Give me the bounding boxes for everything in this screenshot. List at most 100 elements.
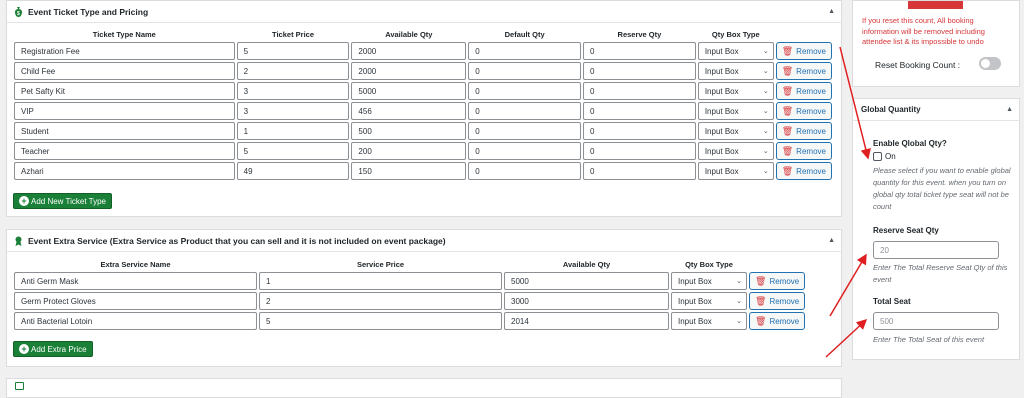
service-price-input[interactable]: 1 [259, 272, 502, 290]
extra-qty-box-type-select[interactable]: Input Box ⌄ [671, 312, 747, 330]
extra-service-name-input[interactable]: Anti Germ Mask [14, 272, 257, 290]
available-qty-input[interactable]: 150 [351, 162, 467, 180]
qty-box-type-select[interactable]: Input Box ⌄ [697, 102, 774, 120]
reserve-qty-input[interactable]: 0 [583, 122, 696, 140]
ticket-row: Azhari 49 150 0 0 Input Box ⌄ 🗑 Remove [13, 161, 833, 181]
ticket-name-input[interactable]: Azhari [14, 162, 235, 180]
chevron-down-icon: ⌄ [762, 148, 769, 155]
qty-box-type-select[interactable]: Input Box ⌄ [697, 62, 774, 80]
available-qty-input[interactable]: 2000 [351, 42, 467, 60]
ticket-name-input[interactable]: Student [14, 122, 235, 140]
ticket-panel-header[interactable]: $ Event Ticket Type and Pricing ▲ [7, 1, 841, 23]
default-qty-input[interactable]: 0 [468, 102, 582, 120]
extra-service-name-input[interactable]: Germ Protect Gloves [14, 292, 257, 310]
collapse-caret-icon[interactable]: ▲ [828, 237, 835, 244]
col-qty-box-type: Qty Box Type [711, 29, 760, 39]
available-qty-input[interactable]: 2000 [351, 62, 467, 80]
service-price-input[interactable]: 2 [259, 292, 502, 310]
extra-available-qty-input[interactable]: 2014 [504, 312, 669, 330]
default-qty-input[interactable]: 0 [468, 142, 582, 160]
remove-button[interactable]: 🗑 Remove [775, 122, 832, 140]
reserve-qty-input[interactable]: 0 [583, 142, 696, 160]
reset-toggle-label: Reset Booking Count : [875, 60, 961, 70]
default-qty-input[interactable]: 0 [468, 62, 582, 80]
select-value: Input Box [678, 296, 712, 306]
available-qty-input[interactable]: 5000 [351, 82, 467, 100]
select-value: Input Box [704, 146, 739, 156]
add-extra-price-button[interactable]: + Add Extra Price [13, 341, 93, 357]
select-value: Input Box [704, 106, 739, 116]
ticket-price-input[interactable]: 3 [236, 102, 350, 120]
reserve-qty-input[interactable]: 0 [583, 102, 696, 120]
plus-icon: + [19, 196, 29, 206]
remove-button[interactable]: 🗑 Remove [749, 272, 806, 290]
extra-service-row: Anti Bacterial Lotoin 5 2014 Input Box ⌄ 🗑 Rem… [13, 311, 808, 331]
extra-available-qty-input[interactable]: 3000 [504, 292, 669, 310]
qty-box-type-select[interactable]: Input Box ⌄ [697, 162, 774, 180]
extra-panel-header[interactable]: Event Extra Service (Extra Service as Pr… [7, 230, 841, 252]
add-ticket-type-button[interactable]: + Add New Ticket Type [13, 193, 112, 209]
col-default-qty: Default Qty [504, 29, 545, 39]
remove-label: Remove [796, 146, 826, 156]
ticket-price-input[interactable]: 49 [236, 162, 350, 180]
remove-label: Remove [769, 276, 800, 286]
ticket-name-input[interactable]: VIP [14, 102, 235, 120]
ticket-name-input[interactable]: Pet Safty Kit [14, 82, 235, 100]
default-qty-input[interactable]: 0 [468, 82, 582, 100]
remove-label: Remove [796, 66, 826, 76]
extra-available-qty-input[interactable]: 5000 [504, 272, 669, 290]
global-panel-header[interactable]: Global Quantity ▲ [853, 99, 1019, 121]
remove-button[interactable]: 🗑 Remove [775, 162, 832, 180]
ticket-price-input[interactable]: 1 [236, 122, 350, 140]
extra-service-row: Anti Germ Mask 1 5000 Input Box ⌄ 🗑 Remove [13, 271, 808, 291]
remove-button[interactable]: 🗑 Remove [775, 62, 832, 80]
reset-warning-text: If you reset this count, All booking inf… [862, 16, 985, 46]
extra-qty-box-type-select[interactable]: Input Box ⌄ [671, 292, 747, 310]
remove-button[interactable]: 🗑 Remove [775, 82, 832, 100]
reset-booking-toggle[interactable] [979, 57, 1001, 70]
remove-button[interactable]: 🗑 Remove [775, 142, 832, 160]
reserve-qty-input[interactable]: 0 [583, 42, 696, 60]
default-qty-input[interactable]: 0 [468, 42, 582, 60]
extra-service-name-input[interactable]: Anti Bacterial Lotoin [14, 312, 257, 330]
service-price-input[interactable]: 5 [259, 312, 502, 330]
chevron-down-icon: ⌄ [736, 298, 742, 305]
available-qty-input[interactable]: 456 [351, 102, 467, 120]
default-qty-input[interactable]: 0 [468, 122, 582, 140]
ticket-name-input[interactable]: Registration Fee [14, 42, 235, 60]
qty-box-type-select[interactable]: Input Box ⌄ [697, 42, 774, 60]
ticket-name-input[interactable]: Child Fee [14, 62, 235, 80]
extra-qty-box-type-select[interactable]: Input Box ⌄ [671, 272, 747, 290]
col-extra-name: Extra Service Name [100, 259, 171, 269]
remove-button[interactable]: 🗑 Remove [749, 292, 806, 310]
remove-button[interactable]: 🗑 Remove [775, 102, 832, 120]
available-qty-input[interactable]: 500 [351, 122, 467, 140]
qty-box-type-select[interactable]: Input Box ⌄ [697, 142, 774, 160]
ticket-name-input[interactable]: Teacher [14, 142, 235, 160]
ticket-price-input[interactable]: 2 [236, 62, 350, 80]
collapse-caret-icon[interactable]: ▲ [828, 8, 835, 15]
ticket-price-input[interactable]: 5 [236, 142, 350, 160]
reset-red-button[interactable] [908, 1, 963, 9]
chevron-down-icon: ⌄ [762, 168, 769, 175]
col-ticket-price: Ticket Price [272, 29, 315, 39]
qty-box-type-select[interactable]: Input Box ⌄ [697, 122, 774, 140]
remove-button[interactable]: 🗑 Remove [775, 42, 832, 60]
collapse-caret-icon[interactable]: ▲ [1006, 106, 1013, 113]
default-qty-input[interactable]: 0 [468, 162, 582, 180]
available-qty-input[interactable]: 200 [351, 142, 467, 160]
qty-box-type-select[interactable]: Input Box ⌄ [697, 82, 774, 100]
ticket-price-input[interactable]: 3 [236, 82, 350, 100]
reserve-qty-input[interactable]: 0 [583, 162, 696, 180]
global-qty-on-label: On [885, 152, 896, 161]
reserve-seat-qty-input[interactable]: 20 [873, 241, 999, 259]
select-value: Input Box [704, 86, 739, 96]
col-available-qty: Available Qty [385, 29, 433, 39]
reserve-qty-input[interactable]: 0 [583, 82, 696, 100]
global-qty-checkbox[interactable] [873, 152, 882, 161]
reserve-qty-input[interactable]: 0 [583, 62, 696, 80]
ticket-price-input[interactable]: 5 [236, 42, 350, 60]
remove-button[interactable]: 🗑 Remove [749, 312, 806, 330]
total-seat-input[interactable]: 500 [873, 312, 999, 330]
reset-booking-panel: If you reset this count, All booking inf… [852, 0, 1020, 87]
